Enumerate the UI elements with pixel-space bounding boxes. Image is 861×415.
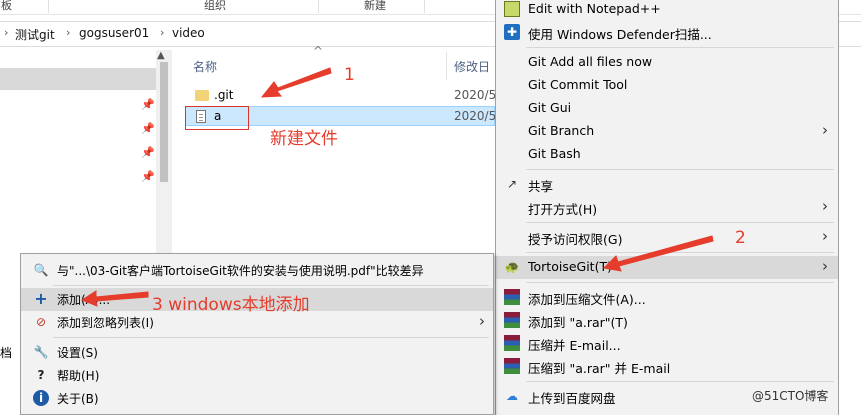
watermark: @51CTO博客 xyxy=(752,389,829,403)
annotation-arrow-2 xyxy=(602,235,714,272)
annotation-arrows xyxy=(80,67,714,307)
annotation-arrow-1 xyxy=(260,67,332,98)
annotation-arrow-3 xyxy=(80,290,149,307)
